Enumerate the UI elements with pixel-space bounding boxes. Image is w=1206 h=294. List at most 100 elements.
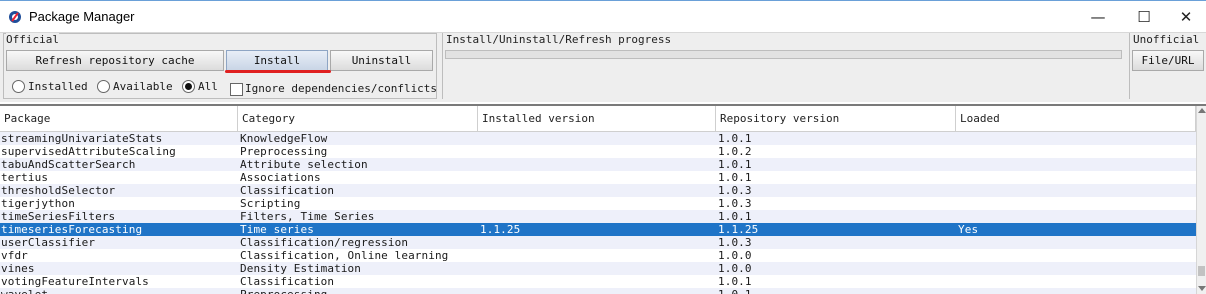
category-cell: Preprocessing — [240, 145, 328, 158]
table-body: streamingUnivariateStats KnowledgeFlow 1.0… — [0, 132, 1196, 294]
minimize-button[interactable]: — — [1075, 1, 1121, 33]
close-button[interactable]: ✕ — [1163, 1, 1206, 33]
radio-dot — [97, 80, 110, 93]
repository-version-cell: 1.0.0 — [718, 249, 752, 262]
package-table: Package Category Installed version Repos… — [0, 104, 1206, 294]
loaded-cell — [958, 262, 1194, 275]
package-cell: votingFeatureIntervals — [1, 275, 149, 288]
vertical-scrollbar[interactable] — [1196, 106, 1206, 294]
filter-installed-label: Installed — [28, 80, 88, 93]
installed-version-cell — [480, 145, 716, 158]
category-cell: Filters, Time Series — [240, 210, 375, 223]
package-cell: wavelet — [1, 288, 237, 294]
column-header-installed-version[interactable]: Installed version — [478, 106, 716, 132]
table-row[interactable]: votingFeatureIntervals Classification 1.0.… — [0, 275, 1196, 288]
loaded-cell — [958, 236, 1194, 249]
package-cell: thresholdSelector — [1, 184, 116, 197]
package-cell: tabuAndScatterSearch — [1, 158, 136, 171]
package-cell: supervisedAttributeScaling — [1, 145, 176, 158]
unofficial-label: Unofficial — [1133, 33, 1200, 46]
radio-dot — [12, 80, 25, 93]
progress-label: Install/Uninstall/Refresh progress — [446, 33, 672, 46]
repository-version-cell: 1.0.1 — [718, 132, 752, 145]
table-row[interactable]: timeSeriesFilters Filters, Time Series 1.0… — [0, 210, 1196, 223]
column-header-package[interactable]: Package — [0, 106, 238, 132]
package-cell: tertius — [1, 171, 49, 184]
category-cell: Associations — [240, 171, 321, 184]
installed-version-cell — [480, 184, 716, 197]
package-cell: vines — [1, 262, 35, 275]
ignore-dependencies-checkbox[interactable] — [230, 83, 243, 96]
repository-version-cell: 1.1.25 — [718, 223, 759, 236]
loaded-cell — [958, 145, 1194, 158]
installed-version-cell — [480, 158, 716, 171]
table-header: Package Category Installed version Repos… — [0, 106, 1196, 132]
package-cell: tigerjython — [1, 197, 75, 210]
scroll-down-icon[interactable] — [1198, 286, 1206, 291]
file-url-button[interactable]: File/URL — [1132, 50, 1204, 71]
package-cell: streamingUnivariateStats — [1, 132, 163, 145]
table-row[interactable]: streamingUnivariateStats KnowledgeFlow 1.0… — [0, 132, 1196, 145]
column-header-repository-version[interactable]: Repository version — [716, 106, 956, 132]
package-cell: userClassifier — [1, 236, 96, 249]
category-cell: Density Estimation — [240, 262, 362, 275]
refresh-repository-cache-button[interactable]: Refresh repository cache — [6, 50, 224, 71]
loaded-cell — [958, 171, 1194, 184]
loaded-cell — [958, 210, 1194, 223]
loaded-cell — [958, 249, 1194, 262]
table-row[interactable]: tigerjython Scripting 1.0.3 — [0, 197, 1196, 210]
repository-version-cell: 1.0.3 — [718, 236, 752, 249]
category-cell: Time series — [240, 223, 314, 236]
table-row[interactable]: tertius Associations 1.0.1 — [0, 171, 1196, 184]
maximize-button[interactable]: ☐ — [1121, 1, 1167, 33]
category-cell: Classification — [240, 275, 335, 288]
repository-version-cell: 1.0.0 — [718, 262, 752, 275]
app-logo-icon — [9, 11, 21, 23]
loaded-cell — [958, 197, 1194, 210]
ignore-dependencies-label: Ignore dependencies/conflicts — [245, 82, 438, 95]
installed-version-cell — [480, 288, 716, 294]
loaded-cell: Yes — [958, 223, 979, 236]
installed-version-cell — [480, 210, 716, 223]
table-row[interactable]: vines Density Estimation 1.0.0 — [0, 262, 1196, 275]
column-header-loaded[interactable]: Loaded — [956, 106, 1196, 132]
table-row[interactable]: supervisedAttributeScaling Preprocessing 1… — [0, 145, 1196, 158]
installed-version-cell — [480, 197, 716, 210]
filter-all-label: All — [198, 80, 218, 93]
package-cell: timeseriesForecasting — [1, 223, 143, 236]
install-button[interactable]: Install — [226, 50, 328, 71]
table-row[interactable]: tabuAndScatterSearch Attribute selection 1… — [0, 158, 1196, 171]
installed-version-cell — [480, 171, 716, 184]
table-row[interactable]: timeseriesForecasting Time series 1.1.25 1.… — [0, 223, 1196, 236]
loaded-cell — [958, 275, 1194, 288]
uninstall-button[interactable]: Uninstall — [330, 50, 433, 71]
installed-version-cell — [480, 132, 716, 145]
installed-version-cell: 1.1.25 — [480, 223, 521, 236]
column-header-category[interactable]: Category — [238, 106, 478, 132]
installed-version-cell — [480, 236, 716, 249]
loaded-cell — [958, 184, 1194, 197]
official-label: Official — [6, 33, 59, 46]
loaded-cell — [958, 288, 1194, 294]
table-row[interactable]: vfdr Classification, Online learning 1.0.0 — [0, 249, 1196, 262]
table-row[interactable]: userClassifier Classification/regression 1… — [0, 236, 1196, 249]
repository-version-cell: 1.0.2 — [718, 145, 752, 158]
filter-available-label: Available — [113, 80, 173, 93]
scroll-thumb[interactable] — [1198, 266, 1205, 276]
scroll-up-icon[interactable] — [1198, 108, 1206, 113]
repository-version-cell: 1.0.1 — [718, 288, 956, 294]
table-row[interactable]: thresholdSelector Classification 1.0.3 — [0, 184, 1196, 197]
window-title: Package Manager — [29, 9, 135, 24]
loaded-cell — [958, 132, 1194, 145]
table-row[interactable]: waveletPreprocessing 1.0.1 — [0, 288, 1196, 294]
category-cell: Classification/regression — [240, 236, 409, 249]
repository-version-cell: 1.0.1 — [718, 210, 752, 223]
annotation-underline — [225, 70, 331, 73]
radio-dot-selected — [182, 80, 195, 93]
category-cell: Preprocessing — [240, 288, 478, 294]
category-cell: Classification — [240, 184, 335, 197]
repository-version-cell: 1.0.3 — [718, 197, 752, 210]
loaded-cell — [958, 158, 1194, 171]
package-cell: timeSeriesFilters — [1, 210, 116, 223]
installed-version-cell — [480, 249, 716, 262]
